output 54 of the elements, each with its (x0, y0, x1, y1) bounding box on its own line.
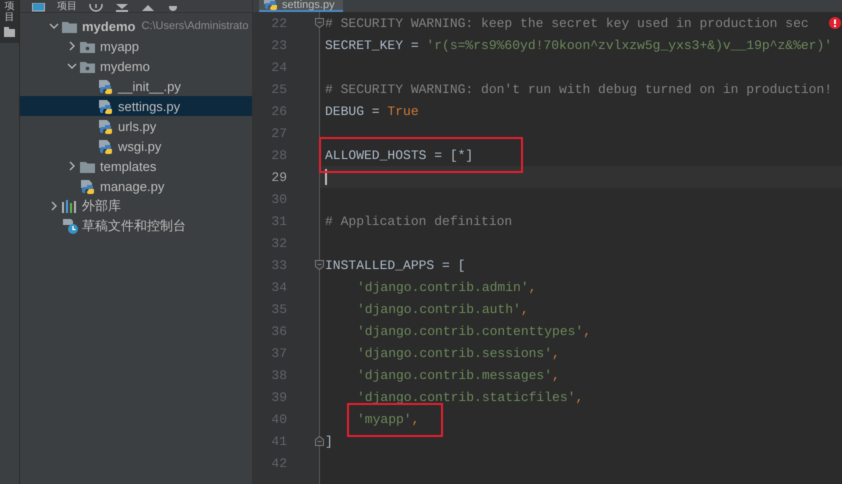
chevron-right-icon (67, 161, 77, 171)
chevron-down-icon (49, 21, 59, 31)
chevron-right-icon (67, 41, 77, 51)
code-line: SECRET_KEY = 'r(s=%rs9%60yd!70koon^zvlxzw5g_yxs3+&)v__19p^z&%er)' (325, 36, 832, 54)
code-line: INSTALLED_APPS = [ (325, 256, 466, 274)
code-line: 'django.contrib.staticfiles', (357, 388, 584, 406)
code-line: 'django.contrib.contenttypes', (357, 322, 592, 340)
tree-item[interactable]: urls.py (20, 116, 252, 136)
code-line: 'django.contrib.messages', (357, 366, 560, 384)
package-folder-icon (80, 60, 95, 72)
python-file-icon (98, 118, 113, 134)
tree-item[interactable]: __init__.py (20, 76, 252, 96)
tree-item[interactable]: settings.py (20, 96, 252, 116)
fold-marker-icon[interactable] (315, 260, 324, 270)
code-line: ALLOWED_HOSTS = [*] (325, 144, 474, 166)
code-line: 'django.contrib.auth', (357, 300, 529, 318)
target-icon (89, 4, 103, 12)
code-line: 'django.contrib.admin', (357, 278, 536, 296)
python-file-icon (80, 178, 95, 194)
library-bars-icon (62, 200, 76, 212)
chevron-down-icon (67, 61, 77, 71)
tree-item[interactable]: mydemo C:\Users\Administrato (20, 16, 252, 36)
code-line: # Application definition (325, 212, 512, 230)
package-folder-icon (80, 40, 95, 52)
tree-item[interactable]: manage.py (20, 176, 252, 196)
code-line: ] (325, 432, 333, 450)
tree-item[interactable]: 外部库 (20, 196, 252, 216)
expand-icon (141, 4, 155, 12)
tree-item[interactable]: templates (20, 156, 252, 176)
code-line: # SECURITY WARNING: don't run with debug turned on in production! (325, 80, 832, 98)
fold-marker-icon[interactable] (315, 18, 324, 28)
folder-icon (80, 160, 95, 172)
tree-item[interactable]: mydemo (20, 56, 252, 76)
tree-item[interactable]: wsgi.py (20, 136, 252, 156)
python-file-icon (98, 138, 113, 154)
code-line: 'django.contrib.sessions', (357, 344, 560, 362)
panel-icon (32, 3, 45, 12)
line-number: 29 (270, 170, 287, 184)
python-file-icon (98, 98, 113, 114)
fold-marker-icon[interactable] (315, 436, 324, 446)
folder-icon (62, 20, 77, 32)
tree-item[interactable]: 草稿文件和控制台 (20, 216, 252, 236)
text-caret (325, 169, 327, 185)
chevron-right-icon (49, 201, 59, 211)
code-line: DEBUG = True (325, 102, 419, 120)
python-file-icon (98, 78, 113, 94)
panel-title[interactable]: 项目 (57, 2, 77, 12)
file-clock-icon (62, 218, 78, 234)
tree-item[interactable]: myapp (20, 36, 252, 56)
code-line: 'myapp', (357, 408, 420, 430)
editor-tab[interactable]: settings.py (259, 0, 343, 12)
collapse-icon (115, 4, 129, 12)
folder-icon (4, 27, 15, 37)
code-line: # SECURITY WARNING: keep the secret key used in production sec (325, 14, 809, 32)
